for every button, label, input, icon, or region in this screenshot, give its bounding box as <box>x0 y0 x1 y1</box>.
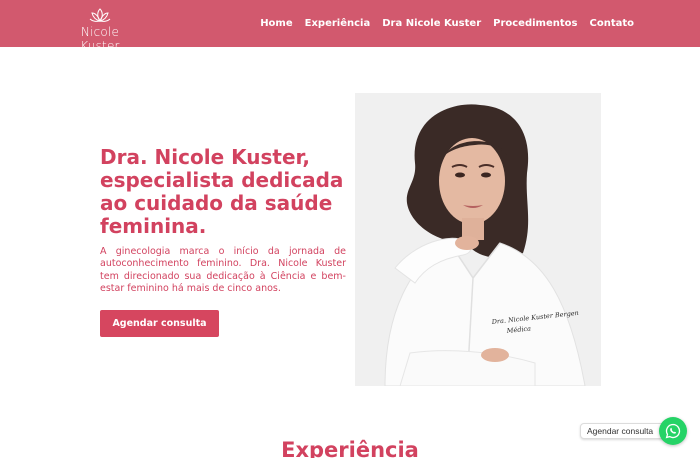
nav-experiencia[interactable]: Experiência <box>305 18 371 29</box>
doctor-portrait: Dra. Nicole Kuster Bergen Médica <box>355 93 601 386</box>
nav-dra-nicole-kuster[interactable]: Dra Nicole Kuster <box>382 18 481 29</box>
brand-name: Nicole Kuster <box>80 25 120 53</box>
schedule-appointment-button[interactable]: Agendar consulta <box>100 310 219 337</box>
lotus-icon <box>89 8 111 22</box>
brand-logo[interactable]: Nicole Kuster <box>64 8 136 53</box>
whatsapp-button[interactable] <box>659 417 687 445</box>
navbar: Nicole Kuster Home Experiência Dra Nicol… <box>0 0 700 53</box>
main-nav: Home Experiência Dra Nicole Kuster Proce… <box>260 0 634 47</box>
section-title-experiencia: Experiência <box>281 438 419 458</box>
nav-home[interactable]: Home <box>260 18 292 29</box>
hero-title: Dra. Nicole Kuster, especialista dedicad… <box>100 145 344 238</box>
nav-procedimentos[interactable]: Procedimentos <box>493 18 577 29</box>
portrait-illustration: Dra. Nicole Kuster Bergen Médica <box>355 93 601 386</box>
nav-contato[interactable]: Contato <box>589 18 634 29</box>
whatsapp-icon <box>665 423 681 439</box>
hero-description: A ginecologia marca o início da jornada … <box>100 246 346 294</box>
